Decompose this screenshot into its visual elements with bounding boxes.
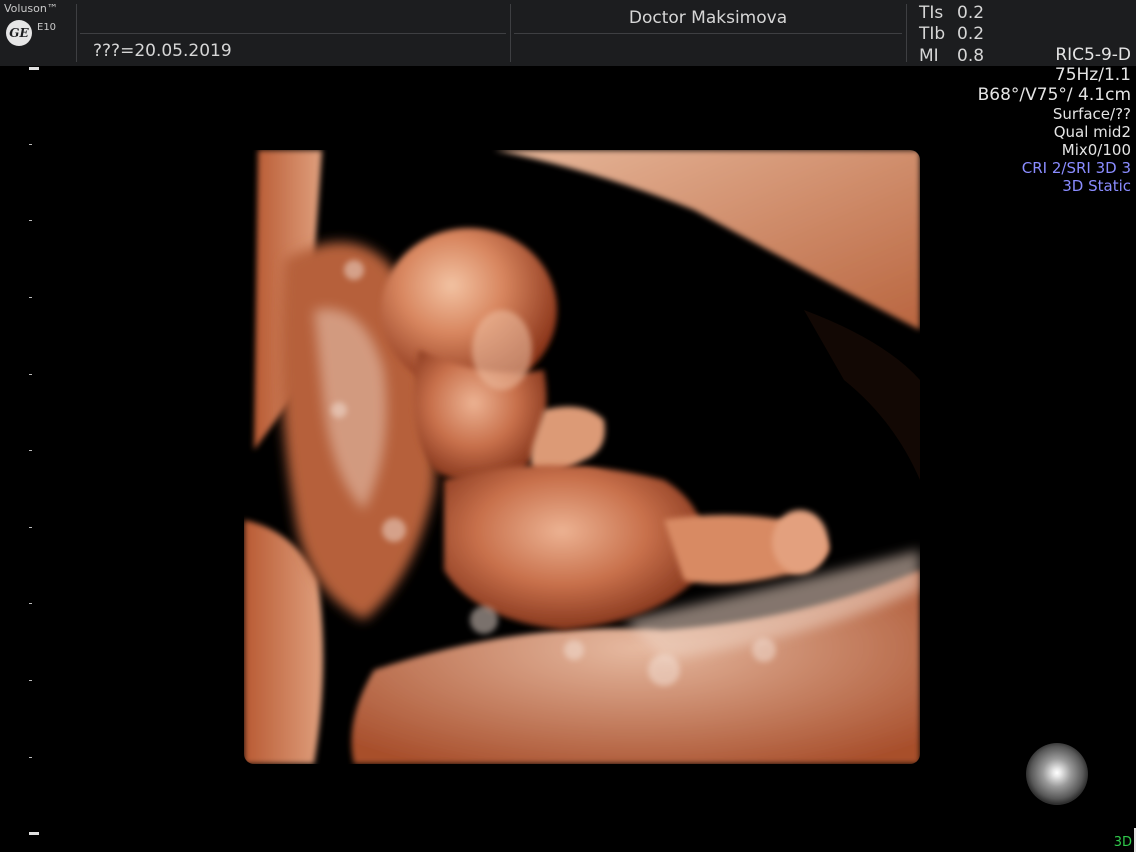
doctor-name: Doctor Maksimova <box>628 8 788 28</box>
ge-logo-icon: GE <box>6 20 32 46</box>
frequency-label: 75Hz/1.1 <box>1054 65 1131 85</box>
index-tib: TIb 0.2 <box>919 24 984 44</box>
ultrasound-3d-render[interactable] <box>244 150 920 764</box>
index-value: 0.2 <box>957 3 985 23</box>
mode-indicator: 3D <box>1113 835 1132 850</box>
scale-mark <box>29 757 32 758</box>
exam-date: ???=20.05.2019 <box>93 41 232 61</box>
mix-label: Mix0/100 <box>1061 141 1131 159</box>
scale-mark <box>29 450 32 451</box>
scale-mark <box>29 374 32 375</box>
header-rule <box>80 33 506 34</box>
scale-mark <box>29 297 32 298</box>
probe-label: RIC5-9-D <box>1055 45 1131 65</box>
angles-label: B68°/V75°/ 4.1cm <box>977 85 1131 105</box>
index-label: TIb <box>919 24 946 44</box>
scale-mark <box>29 527 32 528</box>
brand-name: Voluson™ <box>4 2 58 15</box>
brand-area: Voluson™ GE E10 <box>0 0 76 66</box>
index-mi: MI 0.8 <box>919 46 984 66</box>
header-divider <box>510 4 511 62</box>
header-divider <box>906 4 907 62</box>
mode-label: 3D Static <box>1062 177 1131 195</box>
header-rule <box>514 33 902 34</box>
index-tis: TIs 0.2 <box>919 3 984 23</box>
scale-mark <box>29 603 32 604</box>
scale-mark-major <box>29 832 39 835</box>
model-name: E10 <box>37 22 57 33</box>
parameter-panel: RIC5-9-D 75Hz/1.1 B68°/V75°/ 4.1cm Surfa… <box>978 45 1131 195</box>
cri-sri-label: CRI 2/SRI 3D 3 <box>1021 159 1131 177</box>
header-bar: Voluson™ GE E10 ???=20.05.2019 Doctor Ma… <box>0 0 1136 66</box>
index-label: TIs <box>919 3 944 23</box>
scale-mark <box>29 220 32 221</box>
fetus-render-image <box>244 150 920 764</box>
surface-label: Surface/?? <box>1052 105 1131 123</box>
scale-mark <box>29 680 32 681</box>
index-value: 0.2 <box>957 24 985 44</box>
light-source-sphere-icon[interactable] <box>1026 743 1088 805</box>
scale-mark-major <box>29 67 39 70</box>
index-label: MI <box>919 46 939 66</box>
scale-mark <box>29 144 32 145</box>
quality-label: Qual mid2 <box>1053 123 1131 141</box>
header-divider <box>76 4 77 62</box>
